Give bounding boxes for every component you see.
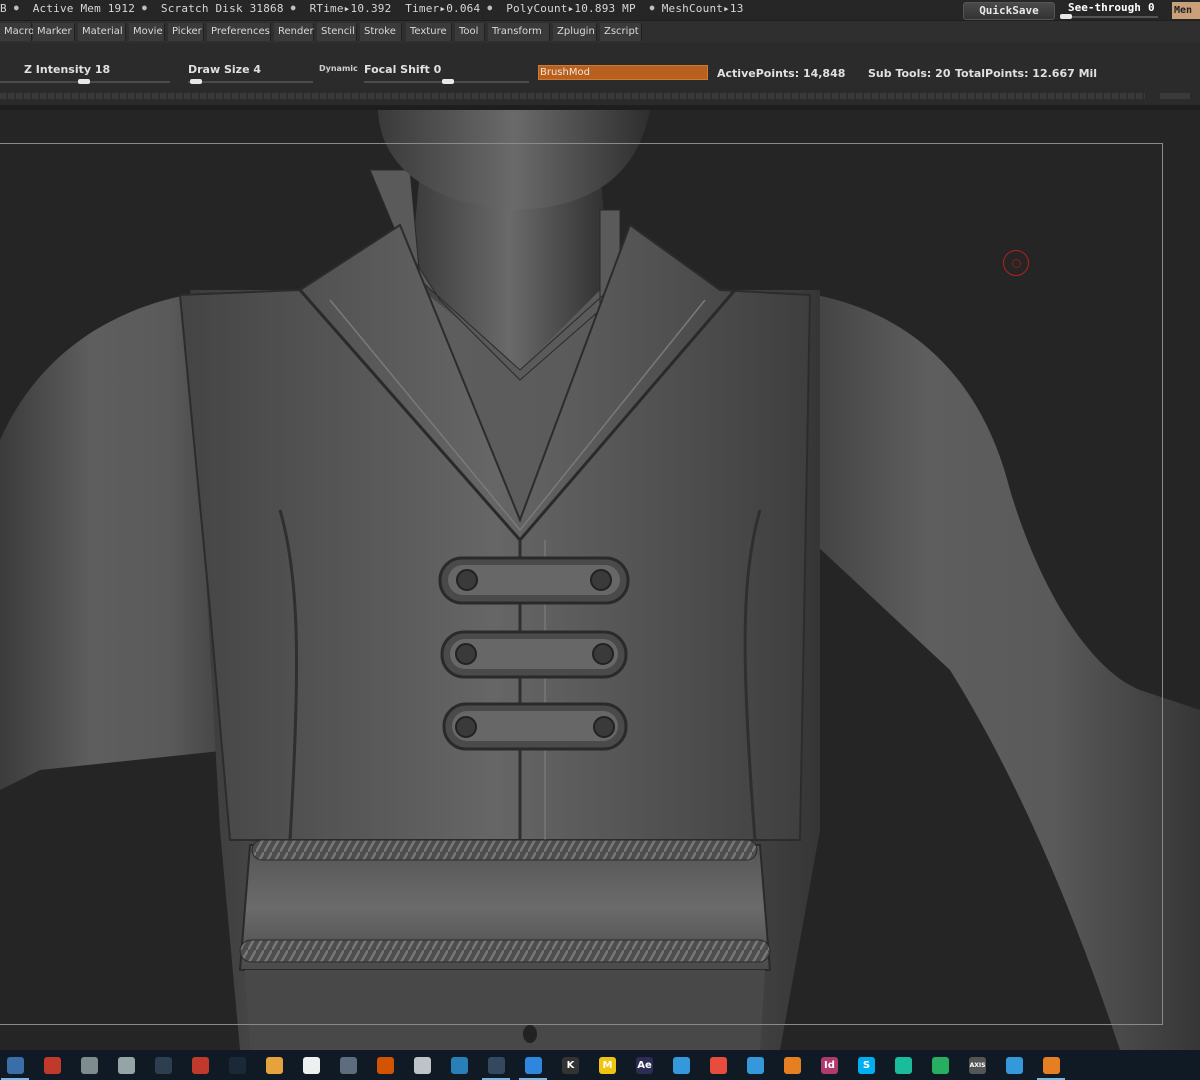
draw-size-label: Draw Size — [188, 63, 250, 76]
focal-shift-value: 0 — [433, 63, 442, 76]
monitor-icon[interactable] — [932, 1057, 949, 1074]
tray-scroll-end[interactable] — [1160, 93, 1190, 99]
browser-icon[interactable] — [1006, 1057, 1023, 1074]
notes-icon[interactable] — [118, 1057, 135, 1074]
menu-transform[interactable]: Transform — [488, 23, 550, 41]
menu-stroke[interactable]: Stroke — [360, 23, 402, 41]
draw-size-track[interactable] — [188, 81, 313, 83]
menu-tool[interactable]: Tool — [455, 23, 485, 41]
tray-scroll-strip[interactable] — [0, 93, 1145, 99]
steam-icon[interactable] — [229, 1057, 246, 1074]
menu-bar: Macro Marker Material Movie Picker Prefe… — [0, 21, 1200, 43]
obs-icon[interactable] — [488, 1057, 505, 1074]
photo-app-icon[interactable] — [784, 1057, 801, 1074]
see-through-value: 0 — [1148, 1, 1155, 14]
brush-cursor-icon — [1003, 250, 1029, 276]
dynamic-toggle[interactable]: Dynamic — [319, 64, 358, 73]
active-mem: Active Mem 1912 — [32, 2, 136, 15]
antivirus-icon[interactable] — [192, 1057, 209, 1074]
tool-options-bar: Z Intensity 18 Draw Size 4 Dynamic Focal… — [0, 43, 1200, 105]
quicksave-button[interactable]: QuickSave — [963, 2, 1055, 20]
k-app-icon[interactable]: K — [562, 1057, 579, 1074]
see-through-label: See-through — [1068, 1, 1141, 14]
see-through-knob[interactable] — [1060, 14, 1072, 19]
brushmod-slider[interactable]: BrushMod — [538, 65, 708, 80]
menu-marker[interactable]: Marker — [33, 23, 75, 41]
flask-icon[interactable] — [673, 1057, 690, 1074]
menu-zplugin[interactable]: Zplugin — [553, 23, 597, 41]
draw-size-slider[interactable]: Draw Size 4 — [188, 63, 313, 84]
status-bar: B ● Active Mem 1912 ● Scratch Disk 31868 ● … — [0, 0, 1200, 20]
z-intensity-label: Z Intensity — [24, 63, 92, 76]
menu-render[interactable]: Render — [274, 23, 314, 41]
document-canvas[interactable] — [0, 110, 1200, 1050]
z-intensity-knob[interactable] — [78, 79, 90, 84]
unity-icon[interactable] — [414, 1057, 431, 1074]
blender-icon[interactable] — [895, 1057, 912, 1074]
status-item: B — [0, 2, 7, 15]
globe-icon[interactable] — [340, 1057, 357, 1074]
after-effects-icon[interactable]: Ae — [636, 1057, 653, 1074]
indesign-icon[interactable]: Id — [821, 1057, 838, 1074]
menu-zscript[interactable]: Zscript — [600, 23, 642, 41]
rtime: RTime▸10.392 — [309, 2, 392, 15]
timer: Timer▸0.064 — [405, 2, 481, 15]
sourcetree-icon[interactable] — [451, 1057, 468, 1074]
taskbar: K M Ae Id S AXIS — [0, 1050, 1200, 1080]
sub-tools-count: Sub Tools: 20 — [868, 67, 951, 80]
explorer-icon[interactable] — [7, 1057, 24, 1074]
zbrush-icon[interactable] — [1043, 1057, 1060, 1074]
record-icon[interactable] — [44, 1057, 61, 1074]
focal-shift-knob[interactable] — [442, 79, 454, 84]
chrome-icon[interactable] — [747, 1057, 764, 1074]
arrows-icon[interactable] — [155, 1057, 172, 1074]
menu-material[interactable]: Material — [78, 23, 126, 41]
menu-stencil[interactable]: Stencil — [317, 23, 357, 41]
focal-shift-label: Focal Shift — [364, 63, 430, 76]
skype-icon[interactable]: S — [858, 1057, 875, 1074]
microphone-icon[interactable] — [303, 1057, 320, 1074]
vscode-icon[interactable] — [525, 1057, 542, 1074]
z-intensity-slider[interactable]: Z Intensity 18 — [0, 63, 170, 84]
winrar-icon[interactable] — [377, 1057, 394, 1074]
active-points: ActivePoints: 14,848 — [717, 67, 846, 80]
menu-macro[interactable]: Macro — [0, 23, 34, 41]
menu-picker[interactable]: Picker — [168, 23, 204, 41]
menu-movie[interactable]: Movie — [129, 23, 165, 41]
menu-preferences[interactable]: Preferences — [207, 23, 271, 41]
camera-icon[interactable] — [710, 1057, 727, 1074]
focal-shift-slider[interactable]: Focal Shift 0 — [364, 63, 529, 84]
polycount: PolyCount▸10.893 MP — [506, 2, 636, 15]
z-intensity-value: 18 — [94, 63, 111, 76]
see-through-track[interactable] — [1060, 16, 1158, 18]
draw-size-knob[interactable] — [190, 79, 202, 84]
folder-icon[interactable] — [266, 1057, 283, 1074]
document-frame — [0, 143, 1163, 1025]
tool-icon[interactable] — [81, 1057, 98, 1074]
m-app-icon[interactable]: M — [599, 1057, 616, 1074]
meshcount: MeshCount▸13 — [661, 2, 744, 15]
draw-size-value: 4 — [253, 63, 262, 76]
menus-button[interactable]: Men — [1172, 2, 1200, 19]
see-through-slider[interactable]: See-through 0 — [1060, 0, 1165, 20]
menu-texture[interactable]: Texture — [406, 23, 452, 41]
total-points: TotalPoints: 12.667 Mil — [955, 67, 1098, 80]
axis-app-icon[interactable]: AXIS — [969, 1057, 986, 1074]
status-readout: B ● Active Mem 1912 ● Scratch Disk 31868 ● … — [0, 2, 744, 15]
scratch-disk: Scratch Disk 31868 — [160, 2, 284, 15]
